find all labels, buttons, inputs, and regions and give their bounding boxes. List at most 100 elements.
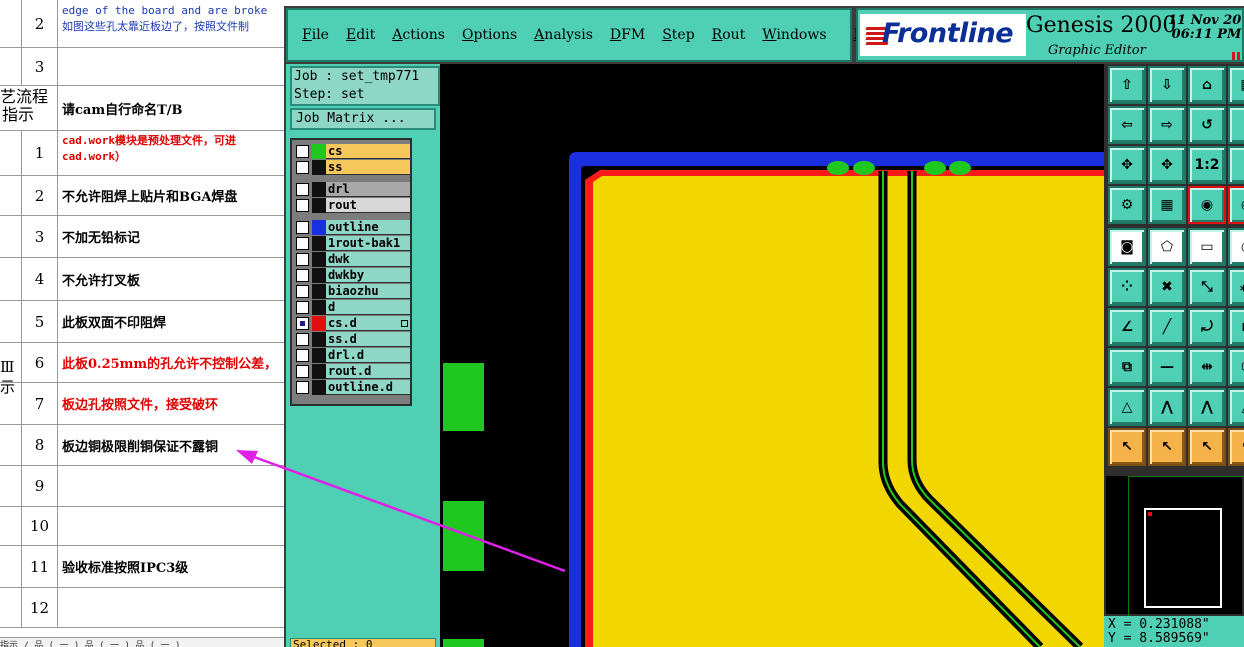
- menu-item[interactable]: DFM: [610, 27, 645, 43]
- layer-name[interactable]: cs: [326, 144, 410, 159]
- row-number[interactable]: 2: [22, 0, 58, 47]
- layer-color-swatch[interactable]: [312, 220, 326, 235]
- layer-checkbox[interactable]: [296, 221, 309, 234]
- cell-text[interactable]: 不加无铅标记: [58, 216, 290, 257]
- triangle-icon-button[interactable]: △: [1108, 388, 1146, 426]
- layer-name[interactable]: 1rout-bak1: [326, 236, 410, 251]
- section-label-cell[interactable]: 艺流程 指示: [0, 86, 58, 130]
- layer-name[interactable]: ss.d: [326, 332, 410, 347]
- line-icon-button[interactable]: ∠: [1108, 308, 1146, 346]
- undo-view-icon-button[interactable]: ↺: [1188, 106, 1226, 144]
- tool-icon-button[interactable]: ⊏: [1228, 308, 1244, 346]
- layer-color-swatch[interactable]: [312, 144, 326, 159]
- zoom-out-icon-button[interactable]: ✥: [1148, 146, 1186, 184]
- tool-icon-button[interactable]: ⬡: [1228, 348, 1244, 386]
- layer-checkbox[interactable]: [296, 333, 309, 346]
- cell-text[interactable]: 验收标准按照IPC3级: [58, 546, 290, 587]
- cell-a[interactable]: [0, 258, 22, 300]
- filter-icon-button[interactable]: ⚙: [1108, 186, 1146, 224]
- layer-checkbox[interactable]: [296, 317, 309, 330]
- cell-a[interactable]: [0, 301, 22, 342]
- overview-map[interactable]: [1104, 474, 1244, 618]
- row-number[interactable]: 3: [22, 48, 58, 85]
- cell-a[interactable]: [0, 176, 22, 215]
- layer-row[interactable]: drl.d: [296, 348, 410, 363]
- layer-name[interactable]: outline: [326, 220, 410, 235]
- measure-icon-button[interactable]: ⧉: [1108, 348, 1146, 386]
- layer-name[interactable]: ss: [326, 160, 410, 175]
- layer-row[interactable]: ss.d: [296, 332, 410, 347]
- layer-checkbox[interactable]: [296, 237, 309, 250]
- arc-icon-button[interactable]: ⤾: [1188, 308, 1226, 346]
- row-number[interactable]: 1: [22, 131, 58, 175]
- select-box-icon-button[interactable]: ↖: [1148, 428, 1186, 466]
- pad-icon-button[interactable]: ◙: [1108, 228, 1146, 266]
- layer-color-swatch[interactable]: [312, 316, 326, 331]
- resize-icon-button[interactable]: —: [1148, 348, 1186, 386]
- layer-checkbox[interactable]: [296, 365, 309, 378]
- layer-color-swatch[interactable]: [312, 182, 326, 197]
- zoom-home-icon-button[interactable]: ⇧: [1108, 66, 1146, 104]
- tool-icon-button[interactable]: ⚲: [1228, 428, 1244, 466]
- layer-checkbox[interactable]: [296, 161, 309, 174]
- layer-color-swatch[interactable]: [312, 300, 326, 315]
- tool-icon-button[interactable]: △: [1228, 388, 1244, 426]
- cell-text[interactable]: 此板0.25mm的孔允许不控制公差，: [58, 343, 290, 382]
- layer-color-swatch[interactable]: [312, 236, 326, 251]
- layer-checkbox[interactable]: [296, 183, 309, 196]
- cell-text[interactable]: 不允许阻焊上贴片和BGA焊盘: [58, 176, 290, 215]
- home-icon-button[interactable]: ⌂: [1188, 66, 1226, 104]
- layer-checkbox[interactable]: [296, 253, 309, 266]
- row-number[interactable]: 9: [22, 466, 58, 506]
- cell-a[interactable]: [0, 546, 22, 587]
- layer-checkbox[interactable]: [296, 285, 309, 298]
- pan-left-icon-button[interactable]: ⇦: [1108, 106, 1146, 144]
- tool-icon-button[interactable]: ▯: [1228, 106, 1244, 144]
- row-number[interactable]: 7: [22, 383, 58, 424]
- layer-row[interactable]: cs.d: [296, 316, 410, 331]
- grid-icon-button[interactable]: ▦: [1148, 186, 1186, 224]
- layer-color-swatch[interactable]: [312, 198, 326, 213]
- layer-checkbox[interactable]: [296, 349, 309, 362]
- layer-name[interactable]: rout.d: [326, 364, 410, 379]
- section-text[interactable]: 请cam自行命名T/B: [58, 86, 290, 130]
- cell-text[interactable]: 板边孔按照文件，接受破环: [58, 383, 290, 424]
- row-number[interactable]: 2: [22, 176, 58, 215]
- menu-item[interactable]: Edit: [346, 27, 375, 43]
- layer-name[interactable]: drl.d: [326, 348, 410, 363]
- cell-text[interactable]: 板边铜极限削铜保证不露铜: [58, 425, 290, 465]
- select-icon-button[interactable]: ↖: [1108, 428, 1146, 466]
- cell-a[interactable]: [0, 131, 22, 175]
- layer-color-swatch[interactable]: [312, 364, 326, 379]
- layer-row[interactable]: ss: [296, 160, 410, 175]
- row-number[interactable]: 3: [22, 216, 58, 257]
- layer-row[interactable]: cs: [296, 144, 410, 159]
- delete-icon-button[interactable]: ✖: [1148, 268, 1186, 306]
- layer-color-swatch[interactable]: [312, 284, 326, 299]
- sheet-tab-strip[interactable]: 指示 / 品 ( 一 ) 品 ( 一 ) 品 ( 一 ): [0, 637, 290, 647]
- layer-color-swatch[interactable]: [312, 252, 326, 267]
- row-number[interactable]: 4: [22, 258, 58, 300]
- tool-icon-button[interactable]: ⁂: [1228, 268, 1244, 306]
- menu-item[interactable]: Step: [662, 27, 694, 43]
- layer-row[interactable]: outline: [296, 220, 410, 235]
- layer-color-swatch[interactable]: [312, 160, 326, 175]
- layer-name[interactable]: outline.d: [326, 380, 410, 395]
- cell-a[interactable]: [0, 48, 22, 85]
- layer-checkbox[interactable]: [296, 269, 309, 282]
- layer-row[interactable]: outline.d: [296, 380, 410, 395]
- ruler-icon-button[interactable]: ▭: [1188, 228, 1226, 266]
- layer-row[interactable]: 1rout-bak1: [296, 236, 410, 251]
- cell-a[interactable]: [0, 425, 22, 465]
- cell-text[interactable]: 不允许打叉板: [58, 258, 290, 300]
- note-cell[interactable]: edge of the board and are broke 如图这些孔太靠近…: [58, 0, 290, 47]
- cell-a[interactable]: [0, 588, 22, 627]
- layer-name[interactable]: dwk: [326, 252, 410, 267]
- select-poly-icon-button[interactable]: ↖: [1188, 428, 1226, 466]
- cell-a[interactable]: [0, 507, 22, 545]
- zoom-fit-icon-button[interactable]: ⇩: [1148, 66, 1186, 104]
- row-number[interactable]: 8: [22, 425, 58, 465]
- layer-checkbox[interactable]: [296, 301, 309, 314]
- row-number[interactable]: 12: [22, 588, 58, 627]
- job-matrix-button[interactable]: Job Matrix ...: [290, 108, 436, 130]
